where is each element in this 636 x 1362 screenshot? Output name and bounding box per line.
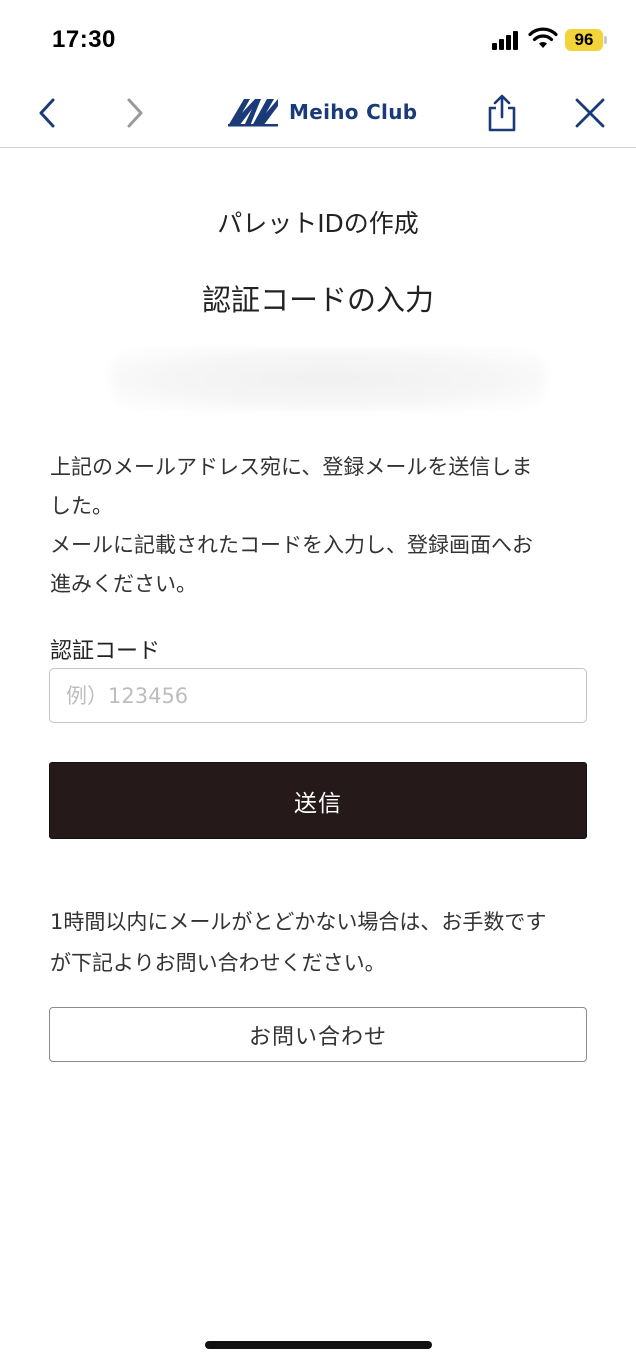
home-indicator <box>205 1341 432 1349</box>
verification-code-input[interactable] <box>49 668 587 723</box>
instruction-line-sent: 上記のメールアドレス宛に、登録メールを送信しま した。 <box>50 455 533 518</box>
brand-name: Meiho Club <box>289 100 418 124</box>
status-time: 17:30 <box>52 26 116 53</box>
help-notice: 1時間以内にメールがとどかない場合は、お手数です が下記よりお問い合わせください… <box>50 910 547 975</box>
share-button[interactable] <box>477 88 527 138</box>
share-icon <box>488 94 516 132</box>
wifi-icon <box>528 27 558 48</box>
page-subtitle: パレットIDの作成 <box>217 209 419 238</box>
chevron-left-icon <box>39 98 55 128</box>
forward-button[interactable] <box>110 88 160 138</box>
signal-icon <box>492 30 522 50</box>
email-address-blurred <box>110 348 546 410</box>
battery-icon: 96 <box>565 29 603 51</box>
close-icon <box>575 98 605 128</box>
back-button[interactable] <box>22 88 72 138</box>
instruction-message: 上記のメールアドレス宛に、登録メールを送信しま した。 メールに記載されたコード… <box>50 448 590 604</box>
meiho-logo-icon <box>228 99 278 127</box>
submit-button[interactable]: 送信 <box>49 762 587 839</box>
contact-button[interactable]: お問い合わせ <box>49 1007 587 1062</box>
status-bar: 17:30 96 <box>0 0 636 78</box>
chevron-right-icon <box>127 98 143 128</box>
close-button[interactable] <box>565 88 615 138</box>
brand-logo: Meiho Club <box>228 95 417 129</box>
code-field-label: 認証コード <box>50 639 161 664</box>
instruction-line-enter-code: メールに記載されたコードを入力し、登録画面へお 進みください。 <box>50 533 533 596</box>
battery-tip <box>604 36 607 44</box>
page-title: 認証コードの入力 <box>201 283 434 317</box>
browser-nav-bar: Meiho Club <box>0 78 636 148</box>
